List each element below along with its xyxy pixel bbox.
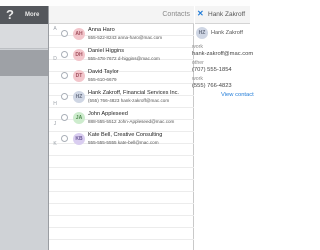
contact-row[interactable]: DT David Taylor 555-610-6679 (61, 67, 194, 86)
contacts-header: Contacts (49, 6, 194, 24)
view-contact-link[interactable]: View contact (221, 91, 254, 99)
avatar: KB (73, 133, 85, 145)
contact-detail: 555-610-6679 (88, 77, 117, 82)
contact-row-selected[interactable]: HZ Hank Zakroff, Financial Services Inc.… (61, 88, 194, 107)
detail-header: ✕ Hank Zakroff (195, 6, 250, 24)
close-icon[interactable]: ✕ (197, 9, 204, 19)
contact-detail: 555-522-8243 anna-haro@mac.com (88, 35, 163, 40)
contact-name: Daniel Higgins (88, 48, 125, 54)
avatar: AH (73, 28, 85, 40)
contact-detail: (555) 766-4823 hank-zakroff@mac.com (88, 98, 170, 103)
detail-title: Hank Zakroff (208, 11, 246, 18)
detail-contact-name: Hank Zakroff (211, 30, 243, 36)
contact-name: Anna Haro (88, 27, 115, 33)
avatar: HZ (73, 91, 85, 103)
select-radio[interactable] (61, 93, 68, 100)
contact-row[interactable]: JA John Appleseed 888-555-5512 John-Appl… (61, 109, 194, 128)
section-letter-j: J (53, 121, 57, 127)
select-radio[interactable] (61, 30, 68, 37)
phone-value[interactable]: (555) 766-4823 (192, 82, 232, 90)
phone-value[interactable]: (707) 555-1854 (192, 66, 232, 74)
contacts-title: Contacts (162, 11, 190, 18)
section-letter-a: A (53, 26, 57, 32)
contact-detail: 888-555-5512 John-Appleseed@mac.com (88, 119, 175, 124)
contact-row[interactable]: KB Kate Bell, Creative Consulting 555-55… (61, 130, 194, 149)
section-letter-k: K (53, 141, 57, 147)
sidebar-item[interactable] (0, 24, 48, 49)
section-letter-h: H (53, 101, 57, 107)
contact-row[interactable]: AH Anna Haro 555-522-8243 anna-haro@mac.… (61, 25, 194, 44)
select-radio[interactable] (61, 72, 68, 79)
select-radio[interactable] (61, 51, 68, 58)
contact-name: David Taylor (88, 69, 119, 75)
avatar: JA (73, 112, 85, 124)
email-value[interactable]: hank-zakroff@mac.com (192, 50, 253, 58)
sidebar-toolbar: ? More (0, 6, 48, 24)
contacts-list: Contacts A D H J K AH Anna Haro 555-522-… (48, 6, 194, 250)
avatar: HZ (196, 27, 208, 39)
contact-detail: 555-555-5555 kate-bell@mac.com (88, 140, 159, 145)
avatar: DH (73, 49, 85, 61)
help-button[interactable]: ? (6, 7, 14, 23)
contact-detail-pane: ✕ Hank Zakroff HZ Hank Zakroff work hank… (192, 6, 254, 250)
contact-row[interactable]: DH Daniel Higgins 555-478-7672 d-higgins… (61, 46, 194, 65)
sidebar-item-selected[interactable] (0, 50, 48, 76)
contact-name: Hank Zakroff, Financial Services Inc. (88, 90, 179, 96)
contact-detail: 555-478-7672 d-higgins@mac.com (88, 56, 160, 61)
contact-name: John Appleseed (88, 111, 128, 117)
more-button[interactable]: More (25, 11, 39, 19)
avatar: DT (73, 70, 85, 82)
select-radio[interactable] (61, 114, 68, 121)
sidebar: ? More (0, 6, 48, 250)
contacts-list-body: A D H J K AH Anna Haro 555-522-8243 anna… (49, 24, 194, 250)
select-radio[interactable] (61, 135, 68, 142)
section-letter-d: D (53, 56, 57, 62)
contact-name: Kate Bell, Creative Consulting (88, 132, 163, 138)
